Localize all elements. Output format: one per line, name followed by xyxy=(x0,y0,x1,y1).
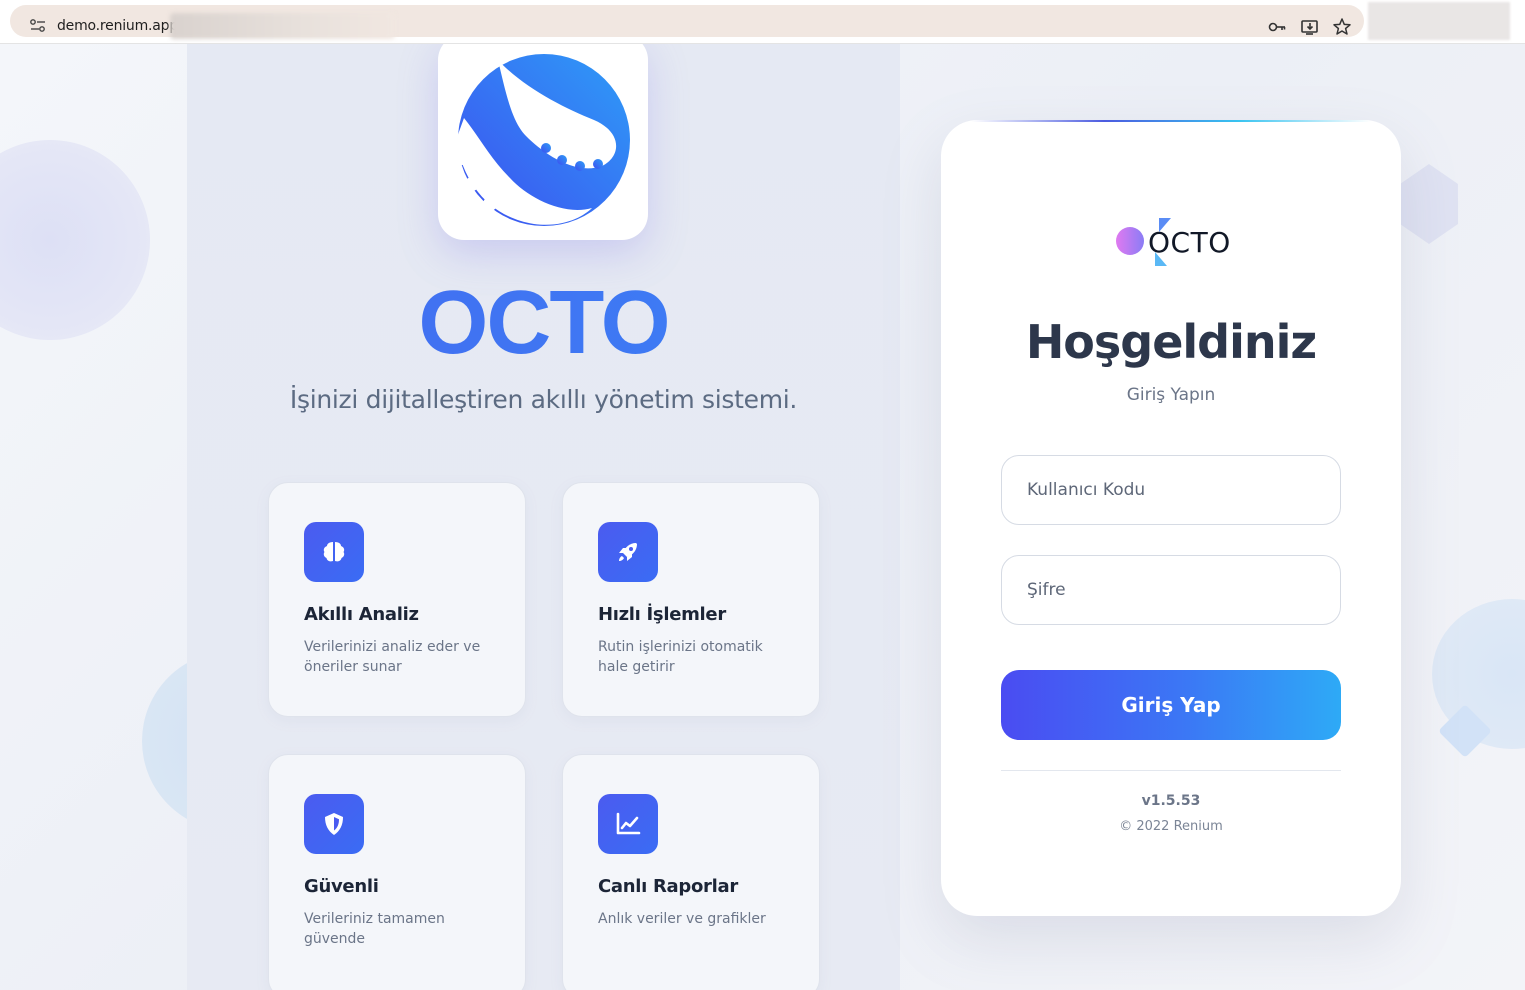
login-card: OCTO Hoşgeldiniz Giriş Yapın Giriş Yap v… xyxy=(941,120,1401,916)
install-app-icon[interactable] xyxy=(1300,17,1320,37)
username-field[interactable] xyxy=(1001,455,1341,525)
login-subtitle: Giriş Yapın xyxy=(1126,385,1216,405)
brain-icon xyxy=(304,522,364,582)
login-page: OCTO İşinizi dijitalleştiren akıllı yöne… xyxy=(0,44,1525,990)
rocket-icon xyxy=(598,522,658,582)
copyright-text: © 2022 Renium xyxy=(1119,819,1223,834)
brand-tagline: İşinizi dijitalleştiren akıllı yönetim s… xyxy=(289,385,798,414)
password-field[interactable] xyxy=(1001,555,1341,625)
divider xyxy=(1001,770,1341,771)
feature-description: Rutin işlerinizi otomatik hale getirir xyxy=(598,639,763,675)
welcome-heading: Hoşgeldiniz xyxy=(1025,315,1317,369)
decorative-hexagon xyxy=(1400,164,1458,244)
key-icon[interactable] xyxy=(1267,17,1287,37)
redacted-profile xyxy=(1368,2,1510,40)
feature-card-secure: Güvenli Verileriniz tamamen güvende xyxy=(268,754,526,990)
feature-card-analysis: Akıllı Analiz Verilerinizi analiz eder v… xyxy=(268,482,526,717)
chart-line-icon xyxy=(598,794,658,854)
decorative-circle xyxy=(0,140,150,340)
feature-description: Verilerinizi analiz eder ve öneriler sun… xyxy=(304,639,481,675)
feature-title: Canlı Raporlar xyxy=(598,876,738,897)
feature-title: Hızlı İşlemler xyxy=(598,604,726,625)
version-label: v1.5.53 xyxy=(1141,793,1201,809)
feature-card-fast: Hızlı İşlemler Rutin işlerinizi otomatik… xyxy=(562,482,820,717)
feature-card-reports: Canlı Raporlar Anlık veriler ve grafikle… xyxy=(562,754,820,990)
bookmark-star-icon[interactable] xyxy=(1332,17,1352,37)
feature-description: Verileriniz tamamen güvende xyxy=(304,911,445,947)
address-bar[interactable]: demo.renium.app/ xyxy=(10,5,1364,39)
url-text[interactable]: demo.renium.app/ xyxy=(57,18,183,34)
octopus-logo-icon xyxy=(455,54,630,226)
shield-icon xyxy=(304,794,364,854)
feature-description: Anlık veriler ve grafikler xyxy=(598,911,766,927)
feature-title: Güvenli xyxy=(304,876,379,897)
brand-title: OCTO xyxy=(187,272,900,375)
redacted-url xyxy=(170,13,395,39)
octo-app-logo xyxy=(438,44,648,240)
login-button[interactable]: Giriş Yap xyxy=(1001,670,1341,740)
mini-logo-text: OCTO xyxy=(1148,226,1231,259)
browser-toolbar: demo.renium.app/ xyxy=(0,0,1525,44)
feature-title: Akıllı Analiz xyxy=(304,604,419,625)
site-info-icon[interactable] xyxy=(29,18,47,34)
